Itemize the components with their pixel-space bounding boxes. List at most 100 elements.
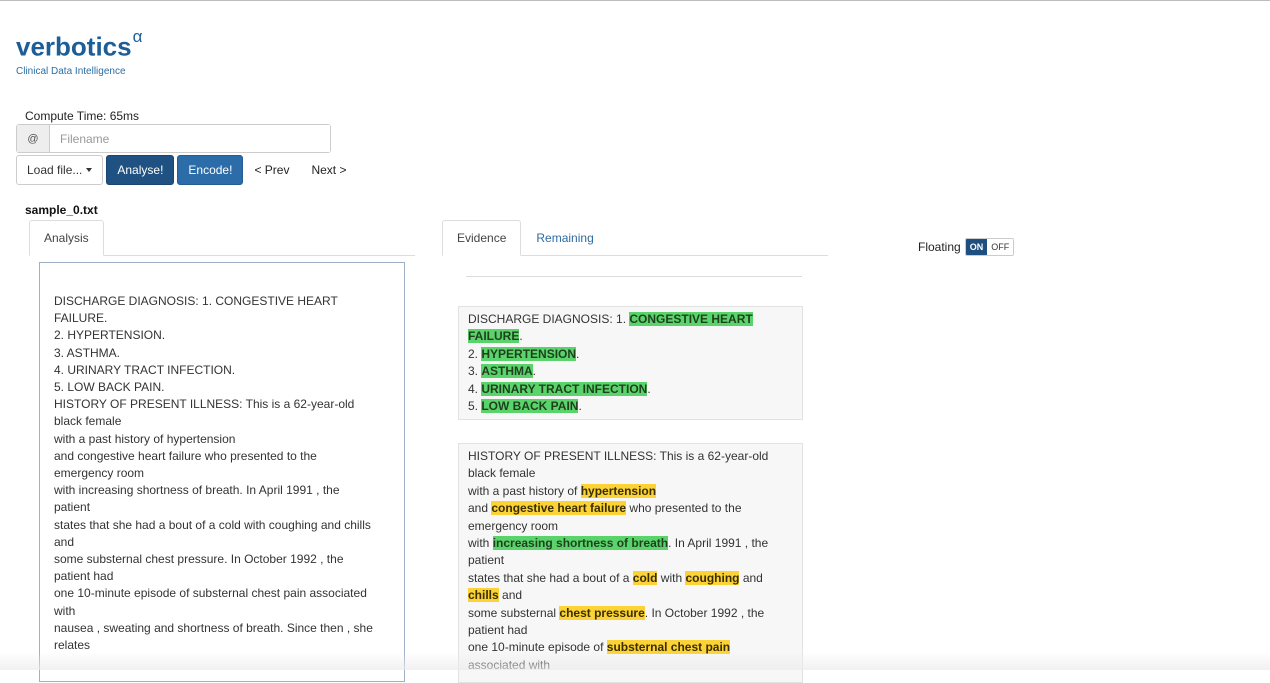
- entity-highlight-green[interactable]: LOW BACK PAIN: [481, 399, 579, 414]
- filename-input[interactable]: [50, 125, 330, 152]
- evidence-line: chills and: [468, 587, 793, 604]
- entity-highlight-green[interactable]: increasing shortness of breath: [492, 536, 669, 551]
- logo-superscript: α: [132, 27, 143, 46]
- next-button[interactable]: Next >: [300, 155, 357, 185]
- evidence-line: some substernal chest pressure. In Octob…: [468, 605, 793, 622]
- analyse-button[interactable]: Analyse!: [106, 155, 175, 185]
- evidence-text: black female: [468, 466, 536, 481]
- analysis-line: and congestive heart failure who present…: [54, 448, 317, 463]
- analysis-line: patient: [54, 500, 91, 515]
- analysis-line: DISCHARGE DIAGNOSIS: 1. CONGESTIVE HEART: [54, 294, 338, 308]
- evidence-text: DISCHARGE DIAGNOSIS: 1.: [468, 312, 630, 326]
- analysis-line: 4. URINARY TRACT INFECTION.: [54, 362, 236, 377]
- evidence-tabs: Evidence Remaining: [442, 220, 828, 256]
- evidence-text: and: [498, 588, 523, 603]
- analysis-line: with a past history of hypertension: [54, 431, 236, 446]
- entity-highlight-yellow[interactable]: coughing: [685, 570, 740, 585]
- floating-control: Floating ON OFF: [918, 238, 1015, 256]
- evidence-line: DISCHARGE DIAGNOSIS: 1. CONGESTIVE HEART: [468, 311, 793, 328]
- evidence-text: with: [657, 570, 686, 585]
- compute-time: Compute Time: 65ms: [25, 109, 140, 123]
- entity-highlight-green[interactable]: ASTHMA: [481, 364, 533, 379]
- load-file-dropdown[interactable]: Load file...: [16, 155, 104, 185]
- analysis-line: HISTORY OF PRESENT ILLNESS: This is a 62…: [54, 397, 355, 412]
- evidence-line: with a past history of hypertension: [468, 483, 793, 500]
- tab-analysis[interactable]: Analysis: [29, 220, 104, 256]
- filename-input-group: @: [16, 124, 331, 153]
- floating-off[interactable]: OFF: [987, 239, 1014, 255]
- entity-highlight-yellow[interactable]: hypertension: [580, 483, 657, 498]
- analysis-line: 5. LOW BACK PAIN.: [54, 380, 165, 395]
- entity-highlight-yellow[interactable]: congestive heart failure: [491, 501, 627, 516]
- entity-highlight-green[interactable]: FAILURE: [468, 329, 520, 344]
- evidence-text: with a past history of: [468, 483, 581, 498]
- entity-highlight-yellow[interactable]: cold: [632, 570, 658, 585]
- current-filename: sample_0.txt: [25, 203, 98, 217]
- evidence-line: FAILURE.: [468, 328, 793, 345]
- evidence-text: . In October 1992 , the: [644, 605, 765, 620]
- evidence-text: 2.: [468, 346, 482, 361]
- evidence-text: 4.: [468, 381, 482, 396]
- analysis-line: one 10-minute episode of substernal ches…: [54, 586, 367, 601]
- floating-label: Floating: [918, 240, 961, 254]
- encode-button[interactable]: Encode!: [177, 155, 244, 185]
- evidence-line: emergency room: [468, 518, 793, 535]
- logo[interactable]: verboticsα: [16, 24, 142, 64]
- caret-down-icon: [86, 168, 93, 172]
- analysis-line: emergency room: [54, 466, 145, 481]
- evidence-text: .: [519, 329, 523, 344]
- evidence-line: black female: [468, 465, 793, 482]
- prev-button[interactable]: < Prev: [243, 155, 300, 185]
- evidence-line: 3. ASTHMA.: [468, 363, 793, 380]
- evidence-line: 4. URINARY TRACT INFECTION.: [468, 381, 793, 398]
- analysis-line: patient had: [54, 569, 114, 584]
- logo-text: verbotics: [16, 31, 132, 62]
- evidence-line: patient: [468, 552, 793, 569]
- evidence-text: . In April 1991 , the: [668, 536, 769, 551]
- analysis-line: states that she had a bout of a cold wit…: [54, 517, 371, 532]
- entity-highlight-green[interactable]: URINARY TRACT INFECTION: [481, 381, 648, 396]
- analysis-line: 3. ASTHMA.: [54, 345, 121, 360]
- evidence-text: .: [532, 364, 537, 379]
- evidence-text: .: [576, 346, 580, 361]
- analysis-line: and: [54, 534, 75, 549]
- evidence-text: with: [468, 536, 493, 551]
- analysis-line: FAILURE.: [54, 311, 108, 326]
- evidence-block-diagnosis: DISCHARGE DIAGNOSIS: 1. CONGESTIVE HEART…: [458, 306, 803, 421]
- entity-highlight-yellow[interactable]: chest pressure: [559, 605, 645, 620]
- floating-on[interactable]: ON: [965, 239, 988, 255]
- evidence-line: with increasing shortness of breath. In …: [468, 535, 793, 552]
- analysis-tabs: Analysis: [29, 220, 415, 256]
- bottom-fade: [0, 652, 1270, 670]
- brand: verboticsα Clinical Data Intelligence: [16, 24, 142, 77]
- evidence-text: and: [739, 570, 763, 585]
- evidence-text: states that she had a bout of a: [468, 570, 633, 585]
- evidence-block-history: HISTORY OF PRESENT ILLNESS: This is a 62…: [458, 443, 803, 683]
- entity-highlight-yellow[interactable]: chills: [468, 588, 499, 603]
- tab-remaining[interactable]: Remaining: [521, 220, 608, 256]
- evidence-line: 5. LOW BACK PAIN.: [468, 398, 793, 415]
- tagline: Clinical Data Intelligence: [16, 65, 126, 77]
- evidence-text: patient: [468, 553, 505, 568]
- floating-toggle[interactable]: ON OFF: [964, 238, 1015, 256]
- evidence-line: and congestive heart failure who present…: [468, 500, 793, 517]
- entity-highlight-green[interactable]: CONGESTIVE HEART: [629, 312, 753, 326]
- top-border: [0, 0, 1270, 1]
- toolbar: Load file... Analyse! Encode! < Prev Nex…: [16, 155, 357, 185]
- evidence-line: patient had: [468, 622, 793, 639]
- evidence-divider: [466, 276, 802, 277]
- analysis-text-panel[interactable]: DISCHARGE DIAGNOSIS: 1. CONGESTIVE HEART…: [39, 262, 405, 682]
- tab-evidence[interactable]: Evidence: [442, 220, 522, 256]
- evidence-text: and: [468, 501, 492, 516]
- analysis-line: with: [54, 603, 76, 618]
- evidence-text: emergency room: [468, 518, 559, 533]
- load-file-label: Load file...: [27, 163, 83, 177]
- analysis-line: some substernal chest pressure. In Octob…: [54, 552, 344, 567]
- evidence-text: 3.: [468, 364, 482, 379]
- evidence-text: some substernal: [468, 605, 560, 620]
- analysis-line: nausea , sweating and shortness of breat…: [54, 620, 373, 635]
- analysis-line: black female: [54, 414, 122, 429]
- evidence-text: .: [647, 381, 651, 396]
- entity-highlight-green[interactable]: HYPERTENSION: [481, 346, 577, 361]
- evidence-text: 5.: [468, 399, 482, 414]
